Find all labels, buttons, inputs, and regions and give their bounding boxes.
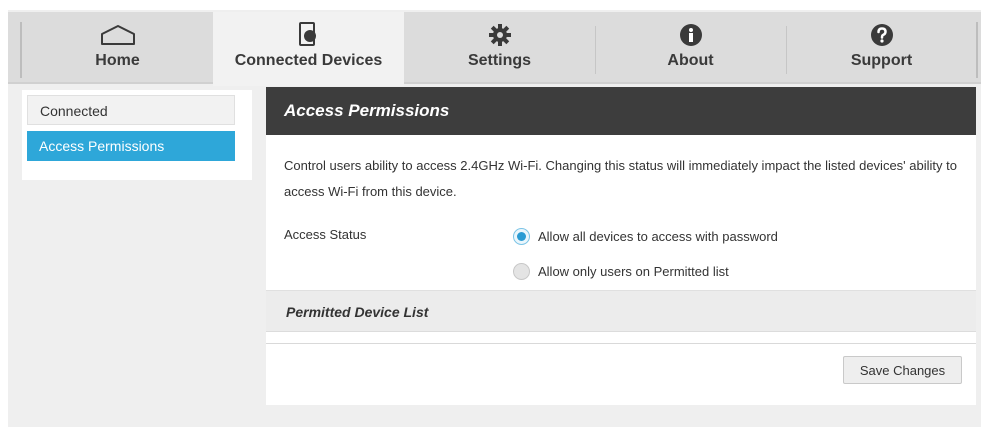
device-list-divider bbox=[266, 343, 976, 344]
top-nav: Home Connected Devices Settings About Su… bbox=[8, 12, 981, 86]
tab-connected-devices-label: Connected Devices bbox=[234, 52, 383, 69]
page-title: Access Permissions bbox=[266, 87, 976, 135]
sidebar-item-label: Access Permissions bbox=[39, 138, 165, 154]
tab-support-label: Support bbox=[850, 52, 913, 69]
tab-support[interactable]: Support bbox=[786, 12, 977, 82]
tab-about-label: About bbox=[667, 52, 714, 69]
radio-label-permitted-only: Allow only users on Permitted list bbox=[538, 263, 729, 279]
radio-button-checked[interactable] bbox=[513, 227, 530, 245]
permitted-device-list-header: Permitted Device List bbox=[266, 290, 976, 332]
info-icon bbox=[595, 22, 786, 48]
tab-settings-label: Settings bbox=[467, 52, 532, 69]
radio-option-allow-all[interactable]: Allow all devices to access with passwor… bbox=[513, 226, 778, 246]
phone-icon bbox=[213, 22, 404, 48]
tab-about[interactable]: About bbox=[595, 12, 786, 82]
access-status-label: Access Status bbox=[284, 227, 367, 242]
sidebar-item-access-permissions[interactable]: Access Permissions bbox=[27, 131, 235, 161]
description-text: Control users ability to access 2.4GHz W… bbox=[284, 158, 957, 199]
nav-divider bbox=[595, 26, 596, 74]
tab-home-label: Home bbox=[95, 52, 140, 69]
sidebar: Connected Access Permissions bbox=[22, 90, 252, 180]
sidebar-item-label: Connected bbox=[40, 103, 108, 119]
radio-option-permitted-only[interactable]: Allow only users on Permitted list bbox=[513, 261, 729, 281]
save-changes-button[interactable]: Save Changes bbox=[843, 356, 962, 384]
radio-label-allow-all: Allow all devices to access with passwor… bbox=[538, 228, 778, 244]
main-panel: Access Permissions Control users ability… bbox=[266, 87, 976, 405]
home-icon bbox=[22, 22, 213, 48]
tab-home[interactable]: Home bbox=[22, 12, 213, 82]
nav-edge-right bbox=[976, 22, 978, 78]
tab-connected-devices[interactable]: Connected Devices bbox=[213, 12, 404, 86]
tab-settings[interactable]: Settings bbox=[404, 12, 595, 82]
radio-button-unchecked[interactable] bbox=[513, 262, 530, 280]
nav-divider bbox=[786, 26, 787, 74]
gear-icon bbox=[404, 22, 595, 48]
help-icon bbox=[786, 22, 977, 48]
sidebar-item-connected[interactable]: Connected bbox=[27, 95, 235, 125]
app-frame: Home Connected Devices Settings About Su… bbox=[8, 10, 981, 427]
